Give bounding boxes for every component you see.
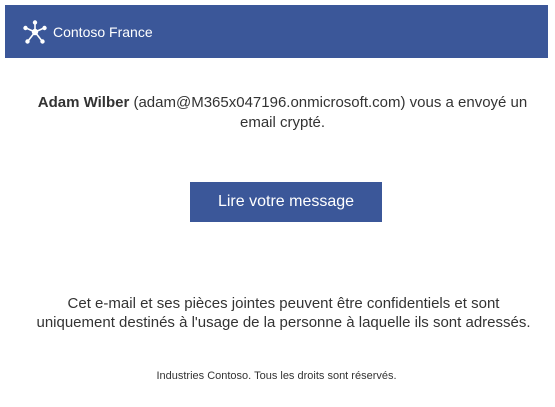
sender-name: Adam Wilber [37,94,130,111]
brand-header: Contoso France [5,5,548,58]
footer-copyright: Industries Contoso. Tous les droits sont… [156,370,397,382]
disclaimer-line-1: Cet e-mail et ses pièces jointes peuvent… [67,295,500,312]
notice-text-1: vous a envoyé un [409,94,528,111]
brand-name: Contoso France [53,24,153,40]
network-hub-icon [23,20,47,44]
notice-text-2: email crypté. [239,114,326,131]
read-message-button[interactable]: Lire votre message [190,182,382,222]
sender-email: (adam@M365x047196.onmicrosoft.com) [133,94,406,111]
email-body: Contoso France Adam Wilber (adam@M365x04… [5,5,548,401]
sender-notice: Adam Wilber (adam@M365x047196.onmicrosof… [17,93,548,133]
confidentiality-disclaimer: Cet e-mail et ses pièces jointes peuvent… [19,294,548,332]
disclaimer-line-2: uniquement destinés à l'usage de la pers… [36,314,531,331]
